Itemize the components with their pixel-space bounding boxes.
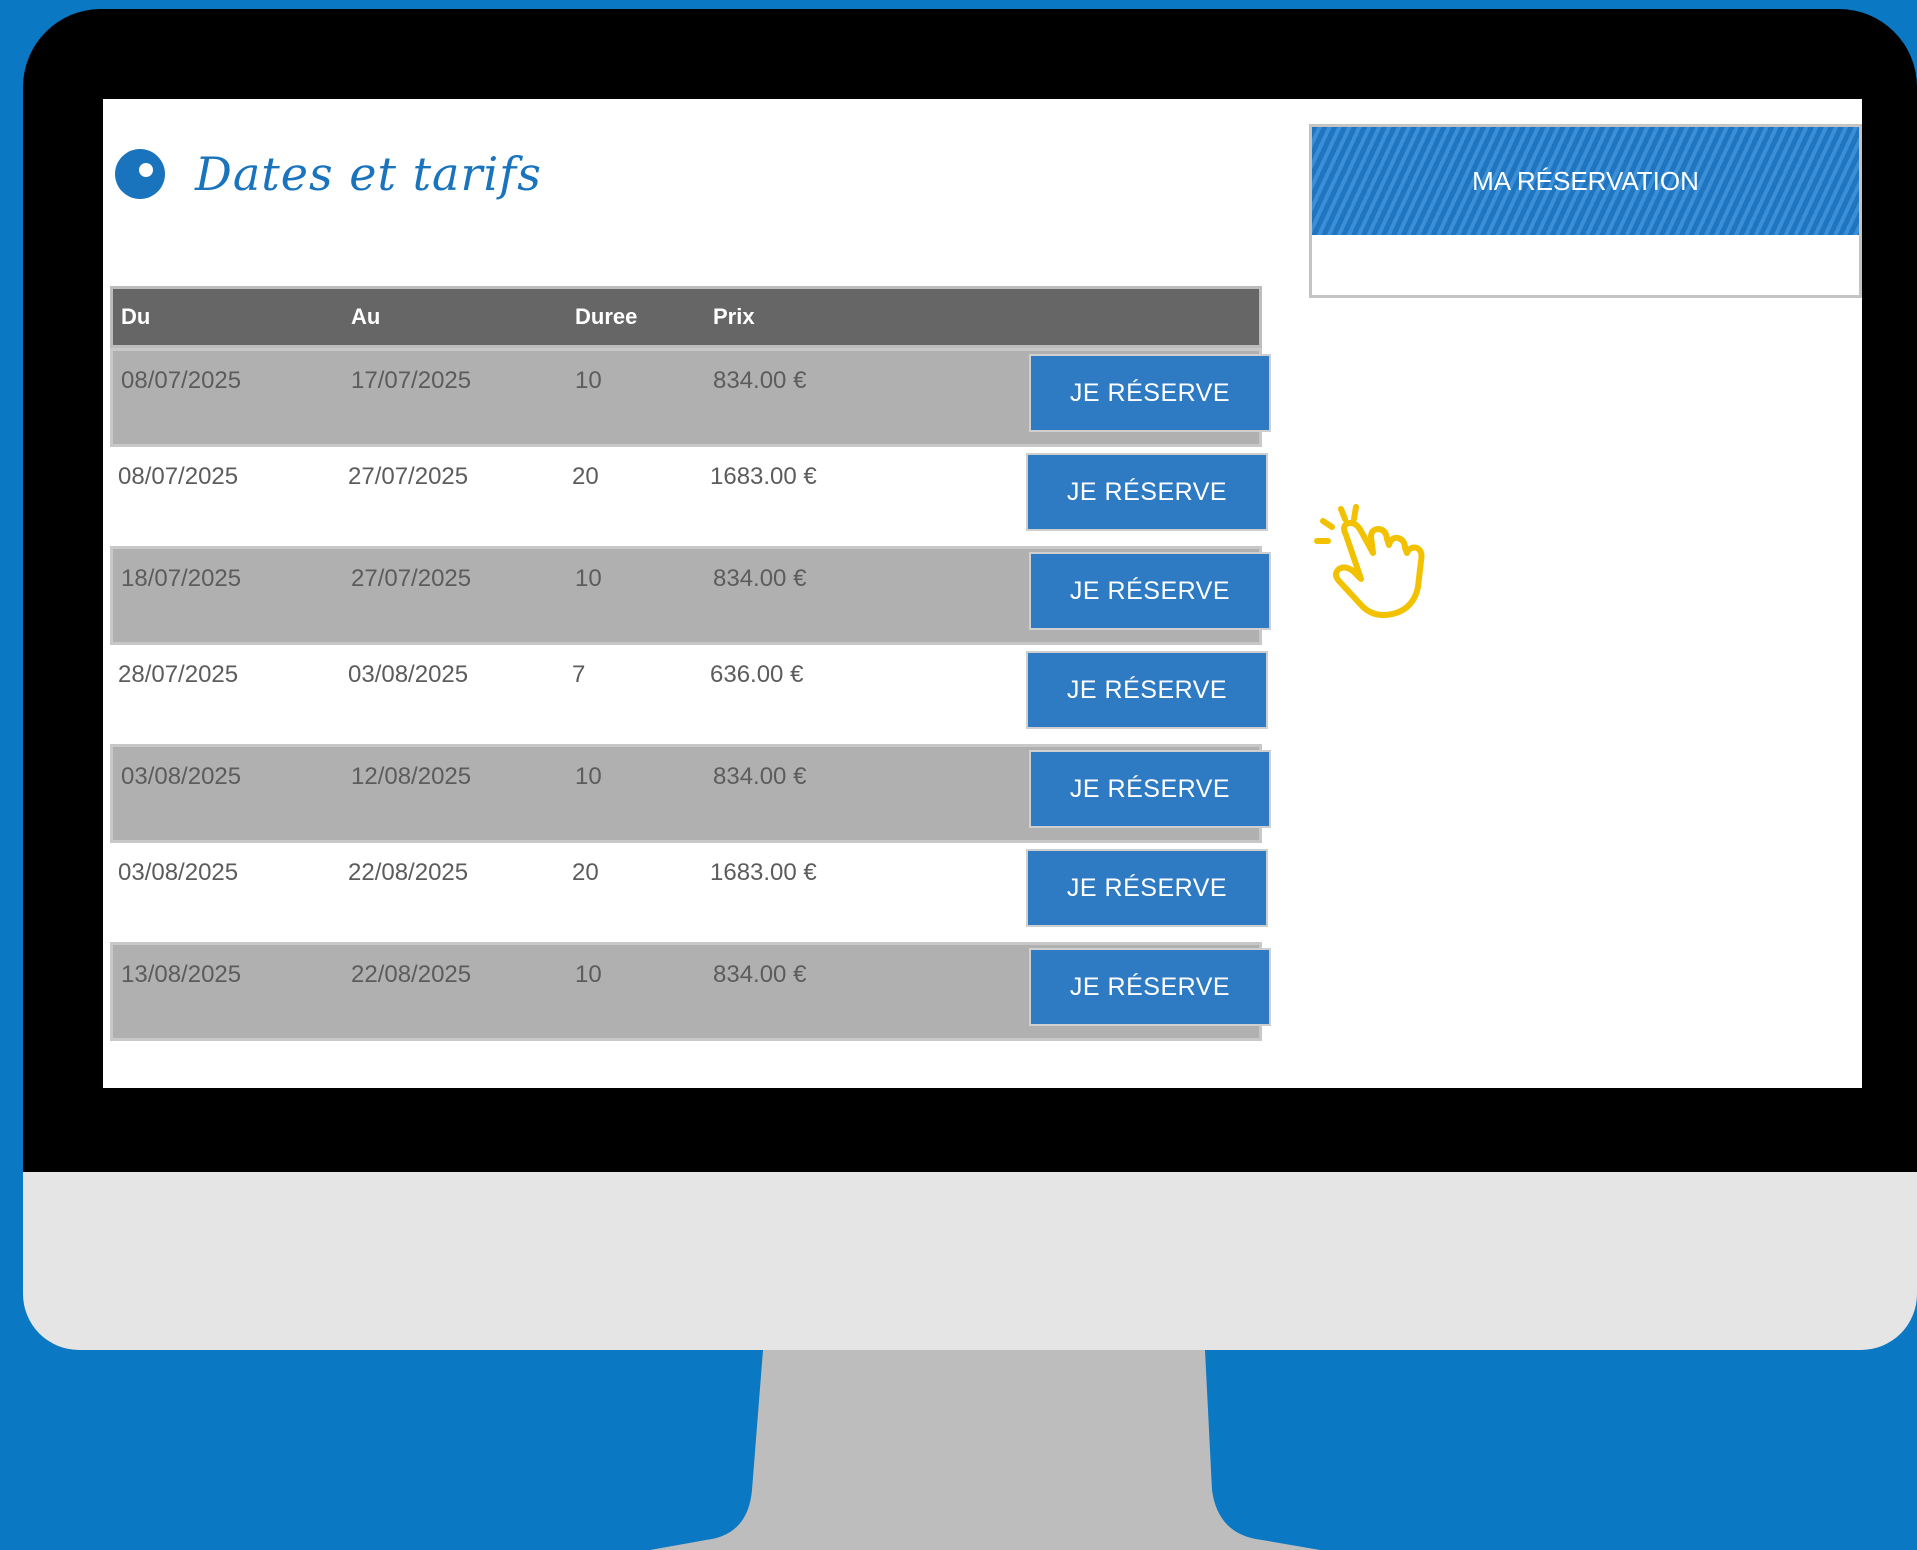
reservation-panel: MA RÉSERVATION (1309, 124, 1862, 298)
cell-prix: 834.00 € (713, 961, 807, 988)
cell-au: 22/08/2025 (351, 961, 472, 988)
cell-au: 27/07/2025 (348, 463, 469, 490)
hand-pointer-icon (1314, 504, 1425, 618)
cell-prix: 834.00 € (713, 367, 807, 394)
cell-prix: 834.00 € (713, 565, 807, 592)
cell-du: 08/07/2025 (121, 367, 242, 394)
table-row: 28/07/2025 03/08/2025 7 636.00 € JE RÉSE… (110, 645, 1266, 744)
cell-duree: 20 (572, 463, 599, 490)
cell-prix: 1683.00 € (710, 859, 817, 886)
header-prix: Prix (713, 304, 755, 329)
reserve-button[interactable]: JE RÉSERVE (1028, 455, 1266, 529)
cell-du: 03/08/2025 (118, 859, 239, 886)
table-row: 03/08/2025 22/08/2025 20 1683.00 € JE RÉ… (110, 843, 1266, 942)
cell-au: 12/08/2025 (351, 763, 472, 790)
cell-duree: 7 (572, 661, 586, 688)
screen: Dates et tarifs Du Au Duree Prix 08/07/2… (103, 99, 1862, 1088)
table-header: Du Au Duree Prix (110, 286, 1262, 348)
reserve-button[interactable]: JE RÉSERVE (1028, 653, 1266, 727)
dates-table: Du Au Duree Prix 08/07/2025 17/07/2025 1… (110, 286, 1269, 1041)
cell-du: 18/07/2025 (121, 565, 242, 592)
header-du: Du (121, 304, 151, 329)
reserve-button[interactable]: JE RÉSERVE (1031, 752, 1269, 826)
cell-prix: 834.00 € (713, 763, 807, 790)
reserve-button[interactable]: JE RÉSERVE (1031, 356, 1269, 430)
cell-duree: 10 (575, 367, 602, 394)
cell-au: 17/07/2025 (351, 367, 472, 394)
reserve-button[interactable]: JE RÉSERVE (1031, 950, 1269, 1024)
cell-au: 27/07/2025 (351, 565, 472, 592)
cell-du: 28/07/2025 (118, 661, 239, 688)
cell-du: 13/08/2025 (121, 961, 242, 988)
cell-duree: 10 (575, 961, 602, 988)
cell-au: 22/08/2025 (348, 859, 469, 886)
section-heading: Dates et tarifs (115, 147, 542, 201)
cell-prix: 636.00 € (710, 661, 804, 688)
cell-du: 03/08/2025 (121, 763, 242, 790)
cell-prix: 1683.00 € (710, 463, 817, 490)
header-duree: Duree (575, 304, 638, 329)
reservation-title: MA RÉSERVATION (1312, 127, 1859, 235)
table-row: 08/07/2025 27/07/2025 20 1683.00 € JE RÉ… (110, 447, 1266, 546)
circle-icon (115, 149, 165, 199)
header-au: Au (351, 304, 381, 329)
cell-duree: 10 (575, 763, 602, 790)
reserve-button[interactable]: JE RÉSERVE (1028, 851, 1266, 925)
cell-duree: 10 (575, 565, 602, 592)
cell-duree: 20 (572, 859, 599, 886)
reserve-button[interactable]: JE RÉSERVE (1031, 554, 1269, 628)
section-title: Dates et tarifs (195, 147, 542, 201)
table-row: 03/08/2025 12/08/2025 10 834.00 € JE RÉS… (110, 744, 1269, 843)
cell-au: 03/08/2025 (348, 661, 469, 688)
table-row: 18/07/2025 27/07/2025 10 834.00 € JE RÉS… (110, 546, 1269, 645)
cell-du: 08/07/2025 (118, 463, 239, 490)
table-row: 08/07/2025 17/07/2025 10 834.00 € JE RÉS… (110, 348, 1269, 447)
table-row: 13/08/2025 22/08/2025 10 834.00 € JE RÉS… (110, 942, 1269, 1041)
